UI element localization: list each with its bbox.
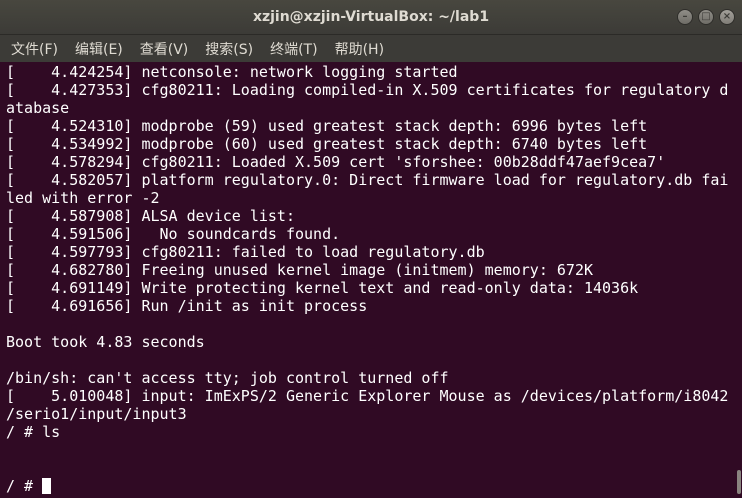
window-title: xzjin@xzjin-VirtualBox: ~/lab1 (252, 9, 490, 25)
terminal-line: [ 4.682780] Freeing unused kernel image … (6, 261, 593, 279)
terminal-line: [ 4.691656] Run /init as init process (6, 297, 368, 315)
prompt-line[interactable]: / # (6, 477, 736, 495)
title-bar[interactable]: xzjin@xzjin-VirtualBox: ~/lab1 – □ × (0, 0, 742, 35)
terminal-line: /bin/sh: can't access tty; job control t… (6, 369, 449, 387)
menu-terminal[interactable]: 终端(T) (259, 39, 323, 59)
terminal-line: [ 4.427353] cfg80211: Loading compiled-i… (6, 81, 729, 99)
terminal-line: [ 4.578294] cfg80211: Loaded X.509 cert … (6, 153, 666, 171)
scrollbar-track[interactable] (736, 63, 742, 498)
terminal-line: atabase (6, 99, 70, 117)
shell-prompt: / # (6, 477, 43, 495)
terminal-line: [ 4.582057] platform regulatory.0: Direc… (6, 171, 729, 189)
terminal-line: [ 4.587908] ALSA device list: (6, 207, 295, 225)
menu-view[interactable]: 查看(V) (129, 39, 195, 59)
menu-search[interactable]: 搜索(S) (194, 39, 259, 59)
menu-edit[interactable]: 编辑(E) (64, 39, 129, 59)
maximize-button[interactable]: □ (698, 9, 714, 25)
terminal-output[interactable]: [ 4.424254] netconsole: network logging … (0, 63, 736, 498)
terminal-line: [ 4.591506] No soundcards found. (6, 225, 341, 243)
menu-file[interactable]: 文件(F) (0, 39, 64, 59)
terminal-line: [ 5.010048] input: ImExPS/2 Generic Expl… (6, 387, 729, 405)
terminal-window: xzjin@xzjin-VirtualBox: ~/lab1 – □ × 文件(… (0, 0, 742, 498)
minimize-button[interactable]: – (677, 9, 693, 25)
terminal-line: led with error -2 (6, 189, 160, 207)
terminal-line: [ 4.424254] netconsole: network logging … (6, 63, 458, 81)
menu-bar: 文件(F) 编辑(E) 查看(V) 搜索(S) 终端(T) 帮助(H) (0, 35, 742, 62)
ls-output-row: devinitprocsbinusr (6, 459, 736, 477)
terminal-line: [ 4.691149] Write protecting kernel text… (6, 279, 639, 297)
scrollbar-thumb[interactable] (737, 470, 741, 494)
terminal-line: Boot took 4.83 seconds (6, 333, 205, 351)
terminal-line: [ 4.534992] modprobe (60) used greatest … (6, 135, 648, 153)
ls-output-row: binetclinuxrcrootsys (6, 441, 736, 459)
text-cursor (42, 478, 52, 494)
menu-help[interactable]: 帮助(H) (324, 39, 390, 59)
close-button[interactable]: × (719, 9, 735, 25)
terminal-line: [ 4.597793] cfg80211: failed to load reg… (6, 243, 485, 261)
terminal-line: / # ls (6, 423, 61, 441)
terminal-line: [ 4.524310] modprobe (59) used greatest … (6, 117, 648, 135)
terminal-line: /serio1/input/input3 (6, 405, 187, 423)
